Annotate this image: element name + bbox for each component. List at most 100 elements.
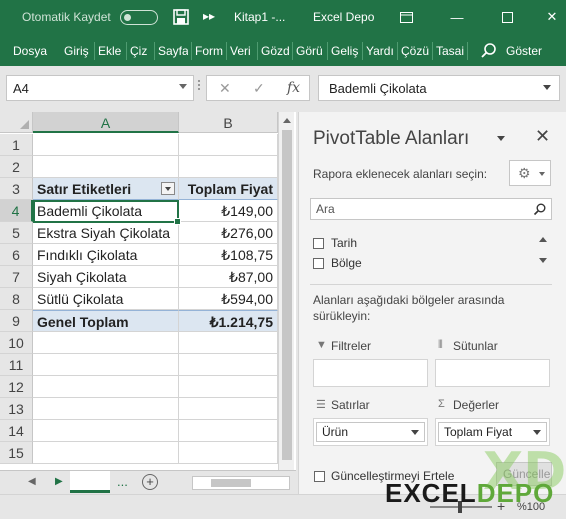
chevron-down-icon[interactable]: [411, 430, 419, 435]
values-drop-zone[interactable]: Toplam Fiyat: [435, 418, 550, 446]
pivot-item-value[interactable]: ₺594,00: [179, 288, 278, 310]
grid-cell[interactable]: [33, 442, 179, 464]
add-sheet-icon[interactable]: +: [142, 474, 158, 490]
horizontal-scrollbar[interactable]: [192, 476, 290, 490]
pivot-item-label[interactable]: Ekstra Siyah Çikolata: [33, 222, 179, 244]
hscroll-thumb[interactable]: [211, 479, 251, 487]
row-header[interactable]: 4: [0, 200, 33, 222]
grid-cell[interactable]: [179, 354, 278, 376]
sheet-tab-active[interactable]: [70, 471, 110, 493]
grid-cell[interactable]: [179, 420, 278, 442]
tab-file[interactable]: Dosya: [13, 44, 49, 58]
row-header[interactable]: 13: [0, 398, 33, 420]
column-header-a[interactable]: A: [33, 112, 179, 133]
close-icon[interactable]: ✕: [542, 8, 562, 26]
tools-dropdown[interactable]: ⚙: [509, 160, 551, 186]
pivot-item-label[interactable]: Siyah Çikolata: [33, 266, 179, 288]
row-header[interactable]: 11: [0, 354, 33, 376]
scroll-down-icon[interactable]: [539, 258, 547, 263]
grid-cell[interactable]: [179, 442, 278, 464]
row-header[interactable]: 8: [0, 288, 33, 310]
pivot-item-label[interactable]: Fındıklı Çikolata: [33, 244, 179, 266]
row-header[interactable]: 7: [0, 266, 33, 288]
next-sheet-icon[interactable]: ▶: [55, 476, 63, 487]
scroll-thumb[interactable]: [282, 130, 292, 460]
columns-drop-zone[interactable]: [435, 359, 550, 387]
tab-developer[interactable]: Geliş: [331, 44, 359, 58]
field-item[interactable]: Bölge: [313, 256, 362, 274]
tab-insert[interactable]: Ekle: [98, 44, 123, 58]
tab-help[interactable]: Yardı: [366, 44, 394, 58]
tab-review[interactable]: Gözd: [261, 44, 289, 58]
save-icon[interactable]: [173, 9, 189, 25]
field-list-scrollbar[interactable]: [536, 232, 550, 270]
pivot-grand-total-label[interactable]: Genel Toplam: [33, 310, 179, 332]
grid-cell[interactable]: [33, 134, 179, 156]
zoom-in-icon[interactable]: +: [497, 498, 505, 514]
field-item[interactable]: Tarih: [313, 236, 357, 254]
formula-input[interactable]: Bademli Çikolata: [318, 75, 560, 101]
column-header-b[interactable]: B: [179, 112, 278, 133]
row-header[interactable]: 6: [0, 244, 33, 266]
grid-cell[interactable]: [179, 156, 278, 178]
pivot-item-value[interactable]: ₺87,00: [179, 266, 278, 288]
row-header[interactable]: 3: [0, 178, 33, 200]
minimize-icon[interactable]: —: [447, 8, 467, 26]
zoom-slider-knob[interactable]: [458, 501, 462, 513]
tab-design[interactable]: Tasai: [436, 44, 464, 58]
vertical-scrollbar[interactable]: [278, 112, 294, 470]
zoom-level[interactable]: %100: [517, 501, 545, 513]
pane-options-chevron-icon[interactable]: [497, 136, 505, 141]
worksheet-grid[interactable]: A B Satır Etiketleri Toplam Fiyat Bademl…: [0, 112, 296, 470]
grid-cell[interactable]: [179, 376, 278, 398]
grid-cell[interactable]: [179, 332, 278, 354]
rows-area[interactable]: ☰ Satırlar Ürün: [313, 398, 428, 446]
search-icon[interactable]: [480, 42, 498, 60]
row-header[interactable]: 1: [0, 134, 33, 156]
pivot-grand-total-value[interactable]: ₺1.214,75: [179, 310, 278, 332]
resize-handle[interactable]: [198, 78, 201, 98]
filters-area[interactable]: ▼ Filtreler: [313, 339, 428, 387]
filters-drop-zone[interactable]: [313, 359, 428, 387]
grid-cell[interactable]: [33, 398, 179, 420]
chevron-down-icon[interactable]: [179, 84, 187, 89]
expand-formula-icon[interactable]: [543, 85, 551, 90]
values-area[interactable]: Σ Değerler Toplam Fiyat: [435, 398, 550, 446]
more-sheets-button[interactable]: ...: [117, 474, 128, 489]
qat-more-icon[interactable]: ▸▸: [203, 9, 215, 23]
rows-field-chip[interactable]: Ürün: [316, 422, 425, 442]
pivot-item-value[interactable]: ₺108,75: [179, 244, 278, 266]
tab-formulas[interactable]: Form: [195, 44, 223, 58]
filter-dropdown-icon[interactable]: [161, 182, 175, 195]
row-header[interactable]: 5: [0, 222, 33, 244]
row-header[interactable]: 12: [0, 376, 33, 398]
autosave-toggle[interactable]: [120, 10, 158, 25]
tab-draw[interactable]: Çiz: [130, 44, 150, 58]
name-box[interactable]: A4: [6, 75, 194, 101]
columns-area[interactable]: ⦀ Sütunlar: [435, 339, 550, 387]
tab-home[interactable]: Giriş: [64, 44, 91, 58]
close-icon[interactable]: ✕: [535, 126, 550, 147]
cancel-icon[interactable]: ✕: [219, 80, 231, 97]
insert-function-icon[interactable]: fx: [287, 80, 300, 96]
pivot-item-value[interactable]: ₺276,00: [179, 222, 278, 244]
maximize-icon[interactable]: [497, 8, 517, 26]
tab-view[interactable]: Görü: [296, 44, 324, 58]
grid-cell[interactable]: [33, 376, 179, 398]
pivot-row-labels-header[interactable]: Satır Etiketleri: [33, 178, 179, 200]
pivot-item-label[interactable]: Sütlü Çikolata: [33, 288, 179, 310]
prev-sheet-icon[interactable]: ◀: [28, 476, 36, 487]
row-header[interactable]: 10: [0, 332, 33, 354]
scroll-up-icon[interactable]: [539, 237, 547, 242]
scroll-up-icon[interactable]: [283, 118, 291, 123]
grid-cell[interactable]: [33, 156, 179, 178]
field-checkbox[interactable]: [313, 258, 324, 269]
row-header[interactable]: 9: [0, 310, 33, 332]
grid-cell[interactable]: [33, 420, 179, 442]
grid-cell[interactable]: [33, 354, 179, 376]
pivot-values-header[interactable]: Toplam Fiyat: [179, 178, 278, 200]
grid-cell[interactable]: [33, 332, 179, 354]
grid-cell[interactable]: [179, 398, 278, 420]
defer-update-option[interactable]: Güncelleştirmeyi Ertele: [314, 469, 454, 483]
zoom-slider[interactable]: [430, 501, 492, 513]
